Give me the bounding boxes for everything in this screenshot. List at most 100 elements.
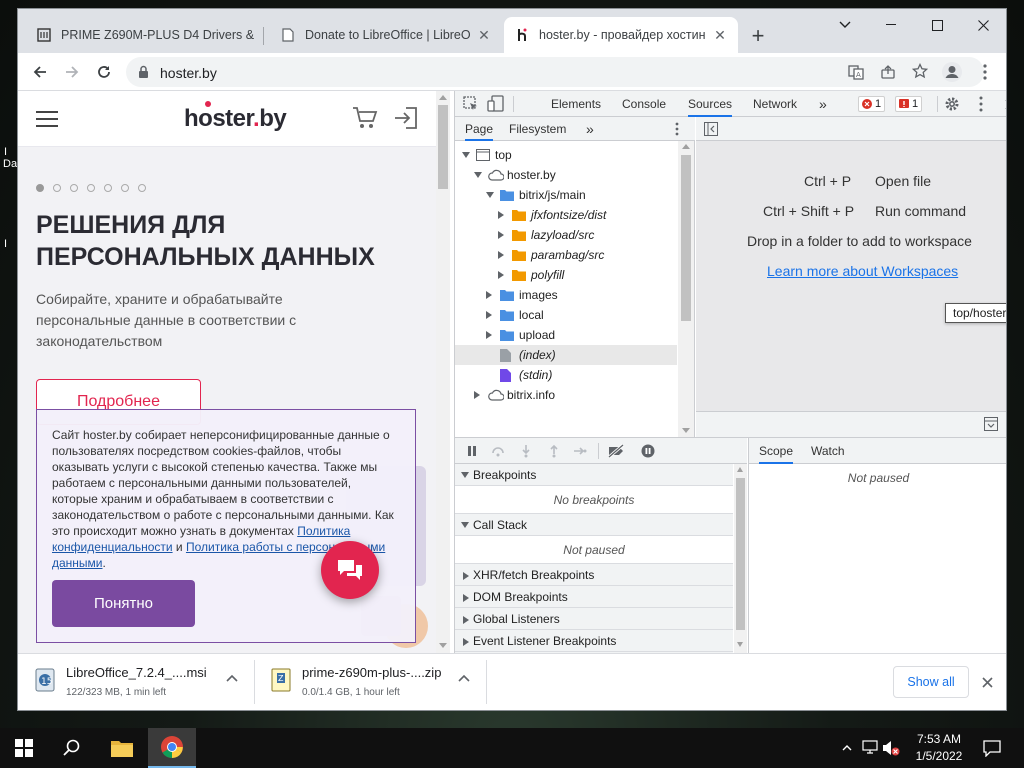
profile-button[interactable] xyxy=(940,60,964,84)
workspace-link[interactable]: Learn more about Workspaces xyxy=(767,263,958,279)
chevron-up-icon[interactable] xyxy=(226,674,238,682)
cart-icon[interactable] xyxy=(352,106,378,130)
network-icon[interactable] xyxy=(862,740,878,755)
more-tabs-button[interactable]: » xyxy=(819,91,827,117)
system-clock[interactable]: 7:53 AM 1/5/2022 xyxy=(905,731,973,765)
collapsed-arrow-icon[interactable] xyxy=(486,291,492,299)
chevron-up-icon[interactable] xyxy=(842,744,852,751)
slider-dot[interactable] xyxy=(70,184,78,192)
kebab-menu-icon[interactable] xyxy=(675,122,679,136)
settings-gear-icon[interactable] xyxy=(944,96,960,112)
file-explorer-button[interactable] xyxy=(98,728,146,768)
section-header[interactable]: Call Stack xyxy=(455,514,733,536)
download-item[interactable]: Z prime-z690m-plus-....zip 0.0/1.4 GB, 1… xyxy=(254,654,484,710)
scroll-down-icon[interactable] xyxy=(439,643,447,648)
scroll-up-icon[interactable] xyxy=(439,95,447,100)
chat-button[interactable] xyxy=(321,541,379,599)
expanded-arrow-icon[interactable] xyxy=(486,192,494,198)
login-icon[interactable] xyxy=(394,107,418,129)
minimize-button[interactable] xyxy=(868,9,914,41)
debugger-scrollbar[interactable] xyxy=(734,464,747,654)
step-into-icon[interactable] xyxy=(519,444,533,458)
section-header[interactable]: Breakpoints xyxy=(455,464,733,486)
tab-network[interactable]: Network xyxy=(753,91,797,117)
toggle-navigator-icon[interactable] xyxy=(704,122,718,136)
collapsed-arrow-icon[interactable] xyxy=(498,271,504,279)
slider-dot[interactable] xyxy=(138,184,146,192)
expanded-arrow-icon[interactable] xyxy=(462,152,470,158)
menu-button[interactable] xyxy=(973,60,997,84)
tree-item[interactable]: images xyxy=(455,285,677,305)
slider-dot[interactable] xyxy=(104,184,112,192)
tab-search-button[interactable] xyxy=(822,9,868,41)
scroll-down-icon[interactable] xyxy=(737,642,743,647)
scroll-thumb[interactable] xyxy=(736,478,745,630)
slider-dot[interactable] xyxy=(87,184,95,192)
tree-item[interactable]: bitrix.info xyxy=(455,385,677,405)
tab-scope[interactable]: Scope xyxy=(759,438,794,464)
close-icon[interactable]: ✕ xyxy=(712,27,728,43)
section-header[interactable]: DOM Breakpoints xyxy=(455,586,733,608)
back-button[interactable] xyxy=(28,60,52,84)
close-icon[interactable]: ✕ xyxy=(476,27,492,43)
site-logo[interactable]: hoster.by xyxy=(184,105,287,133)
new-tab-button[interactable]: + xyxy=(744,23,772,51)
pause-icon[interactable] xyxy=(465,444,479,458)
expanded-arrow-icon[interactable] xyxy=(474,172,482,178)
step-over-icon[interactable] xyxy=(491,444,505,458)
tree-item[interactable]: local xyxy=(455,305,677,325)
navigator-more-button[interactable]: » xyxy=(586,117,594,141)
device-toolbar-icon[interactable] xyxy=(487,95,505,113)
toggle-debugger-icon[interactable] xyxy=(984,417,998,431)
step-out-icon[interactable] xyxy=(547,444,561,458)
close-devtools-icon[interactable] xyxy=(1005,99,1006,110)
collapsed-arrow-icon[interactable] xyxy=(474,391,480,399)
error-badge[interactable]: 1 xyxy=(858,96,886,112)
tree-item[interactable]: bitrix/js/main xyxy=(455,185,677,205)
tree-item[interactable]: hoster.by xyxy=(455,165,677,185)
reload-button[interactable] xyxy=(92,60,116,84)
tree-item[interactable]: jfxfontsize/dist xyxy=(455,205,677,225)
forward-button[interactable] xyxy=(60,60,84,84)
start-button[interactable] xyxy=(0,728,48,768)
scroll-up-icon[interactable] xyxy=(682,144,690,149)
inspect-element-icon[interactable] xyxy=(463,96,479,112)
section-header[interactable]: XHR/fetch Breakpoints xyxy=(455,564,733,586)
address-bar[interactable]: hoster.by A xyxy=(126,57,984,87)
collapsed-arrow-icon[interactable] xyxy=(498,231,504,239)
notifications-icon[interactable] xyxy=(983,739,1001,757)
download-item[interactable]: 15 LibreOffice_7.2.4_....msi 122/323 MB,… xyxy=(18,654,248,710)
tree-item[interactable]: lazyload/src xyxy=(455,225,677,245)
maximize-button[interactable] xyxy=(914,9,960,41)
tab-elements[interactable]: Elements xyxy=(551,91,601,117)
tree-item[interactable]: polyfill xyxy=(455,265,677,285)
slider-dot[interactable] xyxy=(36,184,44,192)
tree-item[interactable]: top xyxy=(455,145,677,165)
show-all-downloads-button[interactable]: Show all xyxy=(893,666,969,698)
tree-item[interactable]: upload xyxy=(455,325,677,345)
scroll-thumb[interactable] xyxy=(438,105,448,189)
section-header[interactable]: Event Listener Breakpoints xyxy=(455,630,733,652)
chrome-taskbar-button[interactable] xyxy=(148,728,196,768)
tab-page[interactable]: Page xyxy=(465,117,494,141)
tab-filesystem[interactable]: Filesystem xyxy=(509,117,566,141)
hamburger-icon[interactable] xyxy=(36,111,58,127)
search-button[interactable] xyxy=(48,728,96,768)
tree-item[interactable]: (stdin) xyxy=(455,365,677,385)
close-icon[interactable] xyxy=(982,677,993,688)
issues-badge[interactable]: 1 xyxy=(895,96,923,112)
tab-console[interactable]: Console xyxy=(622,91,666,117)
collapsed-arrow-icon[interactable] xyxy=(498,251,504,259)
tab-asus[interactable]: PRIME Z690M-PLUS D4 Drivers & xyxy=(26,17,264,53)
deactivate-breakpoints-icon[interactable] xyxy=(607,444,625,458)
tab-libreoffice[interactable]: Donate to LibreOffice | LibreOffi ✕ xyxy=(270,17,502,53)
scroll-up-icon[interactable] xyxy=(737,467,743,472)
scroll-thumb[interactable] xyxy=(681,155,691,321)
collapsed-arrow-icon[interactable] xyxy=(486,331,492,339)
accept-cookies-button[interactable]: Понятно xyxy=(52,580,195,627)
close-window-button[interactable] xyxy=(960,9,1006,41)
tab-hoster[interactable]: hoster.by - провайдер хостинга ✕ xyxy=(504,17,738,53)
tab-watch[interactable]: Watch xyxy=(811,438,845,464)
chevron-up-icon[interactable] xyxy=(458,674,470,682)
tab-sources[interactable]: Sources xyxy=(688,91,733,117)
